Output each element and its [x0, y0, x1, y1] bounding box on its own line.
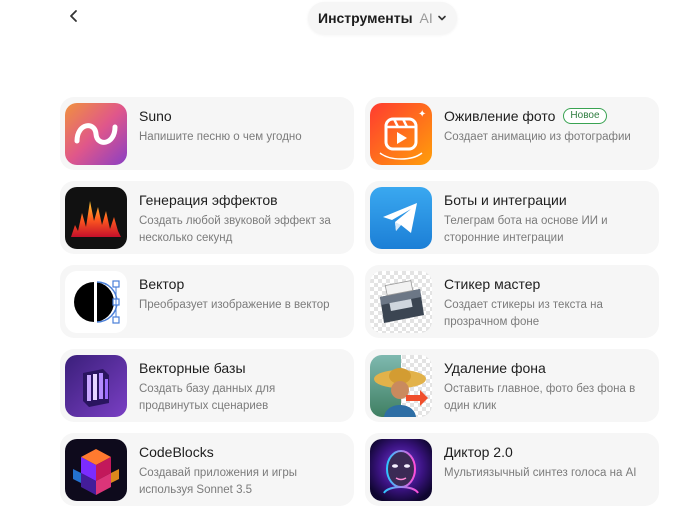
page-title: Инструменты [318, 10, 413, 26]
tool-card-bots[interactable]: Боты и интеграции Телеграм бота на основ… [365, 181, 659, 254]
back-button[interactable] [62, 4, 86, 28]
tool-card-codeblocks[interactable]: CodeBlocks Создавай приложения и игры ис… [60, 433, 354, 506]
tool-card-vector[interactable]: Вектор Преобразует изображение в вектор [60, 265, 354, 338]
tool-card-photo-animation[interactable]: ✦ Оживление фото Новое Создает анимацию … [365, 97, 659, 170]
tool-name: Диктор 2.0 [444, 444, 513, 460]
tool-description: Мультиязычный синтез голоса на AI [444, 467, 637, 479]
tool-name: Удаление фона [444, 360, 546, 376]
tool-name: CodeBlocks [139, 444, 214, 460]
telegram-icon [370, 187, 432, 249]
tool-description: Оставить главное, фото без фона в один к… [444, 383, 636, 412]
tool-description: Создает анимацию из фотографии [444, 131, 631, 143]
tool-description: Создать базу данных для продвинутых сцен… [139, 383, 276, 412]
tool-card-narrator[interactable]: Диктор 2.0 Мультиязычный синтез голоса н… [365, 433, 659, 506]
tool-description: Преобразует изображение в вектор [139, 299, 330, 311]
tool-name: Оживление фото [444, 108, 556, 124]
tool-card-sticker-master[interactable]: Стикер мастер Создает стикеры из текста … [365, 265, 659, 338]
sticker-printer-icon [370, 271, 432, 333]
new-badge: Новое [563, 108, 607, 124]
tool-name: Вектор [139, 276, 185, 292]
tool-name: Векторные базы [139, 360, 246, 376]
code-blocks-icon [65, 439, 127, 501]
suno-wave-icon [65, 103, 127, 165]
tool-card-vector-databases[interactable]: Векторные базы Создать базу данных для п… [60, 349, 354, 422]
tools-dropdown[interactable]: Инструменты AI [308, 2, 457, 34]
tool-description: Создать любой звуковой эффект за несколь… [139, 215, 331, 244]
voice-face-icon [370, 439, 432, 501]
chevron-left-icon [70, 10, 77, 22]
tools-grid: Suno Напишите песню о чем угодно ✦ Оживл… [60, 97, 659, 506]
sound-wave-icon [65, 187, 127, 249]
reels-icon: ✦ [370, 103, 432, 165]
tool-card-suno[interactable]: Suno Напишите песню о чем угодно [60, 97, 354, 170]
tool-name: Генерация эффектов [139, 192, 278, 208]
tool-description: Напишите песню о чем угодно [139, 131, 302, 143]
tool-description: Создает стикеры из текста на прозрачном … [444, 299, 603, 328]
tool-name: Боты и интеграции [444, 192, 567, 208]
chevron-down-icon [437, 15, 446, 21]
svg-text:✦: ✦ [418, 109, 426, 120]
tool-name: Suno [139, 108, 172, 124]
tool-card-background-removal[interactable]: Удаление фона Оставить главное, фото без… [365, 349, 659, 422]
page-title-suffix: AI [419, 10, 433, 26]
tool-description: Создавай приложения и игры используя Son… [139, 467, 298, 496]
background-removal-icon [370, 355, 432, 417]
tool-description: Телеграм бота на основе ИИ и сторонние и… [444, 215, 608, 244]
vector-circle-icon [65, 271, 127, 333]
tool-card-sound-effects[interactable]: Генерация эффектов Создать любой звуково… [60, 181, 354, 254]
database-icon [65, 355, 127, 417]
tool-name: Стикер мастер [444, 276, 541, 292]
